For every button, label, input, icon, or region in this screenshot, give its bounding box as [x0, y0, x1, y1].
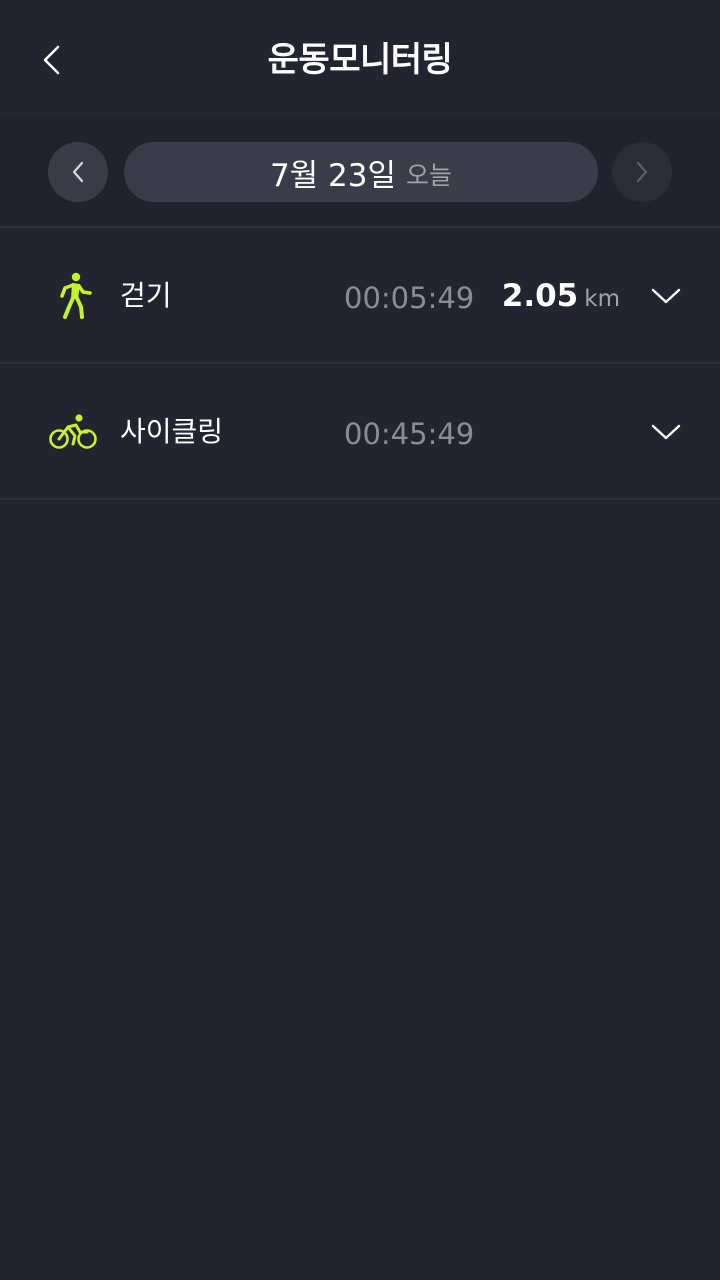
activity-name: 사이클링	[120, 415, 224, 448]
date-label: 7월 23일	[269, 157, 397, 194]
next-day-button[interactable]	[612, 142, 672, 202]
activity-row-cycling[interactable]: 사이클링 00:45:49	[0, 364, 720, 500]
app-header: 운동모니터링	[0, 0, 720, 116]
chevron-down-icon	[651, 424, 681, 440]
expand-button[interactable]	[646, 412, 686, 452]
walking-icon	[48, 272, 98, 320]
cycling-icon	[48, 408, 98, 456]
chevron-left-icon	[72, 161, 84, 183]
date-navigator: 7월 23일 오늘	[0, 116, 720, 228]
activity-name: 걷기	[120, 279, 172, 312]
previous-day-button[interactable]	[48, 142, 108, 202]
activity-distance: 2.05 km	[502, 276, 620, 319]
date-selector[interactable]: 7월 23일 오늘	[124, 142, 598, 202]
activity-row-walking[interactable]: 걷기 00:05:49 2.05 km	[0, 228, 720, 364]
distance-unit: km	[584, 286, 620, 312]
relative-date-label: 오늘	[406, 161, 453, 190]
distance-value: 2.05	[501, 278, 579, 314]
page-title: 운동모니터링	[267, 40, 453, 80]
chevron-right-icon	[636, 161, 648, 183]
chevron-down-icon	[651, 288, 681, 304]
activity-duration: 00:05:49	[344, 281, 475, 315]
expand-button[interactable]	[646, 276, 686, 316]
activity-duration: 00:45:49	[344, 417, 475, 451]
